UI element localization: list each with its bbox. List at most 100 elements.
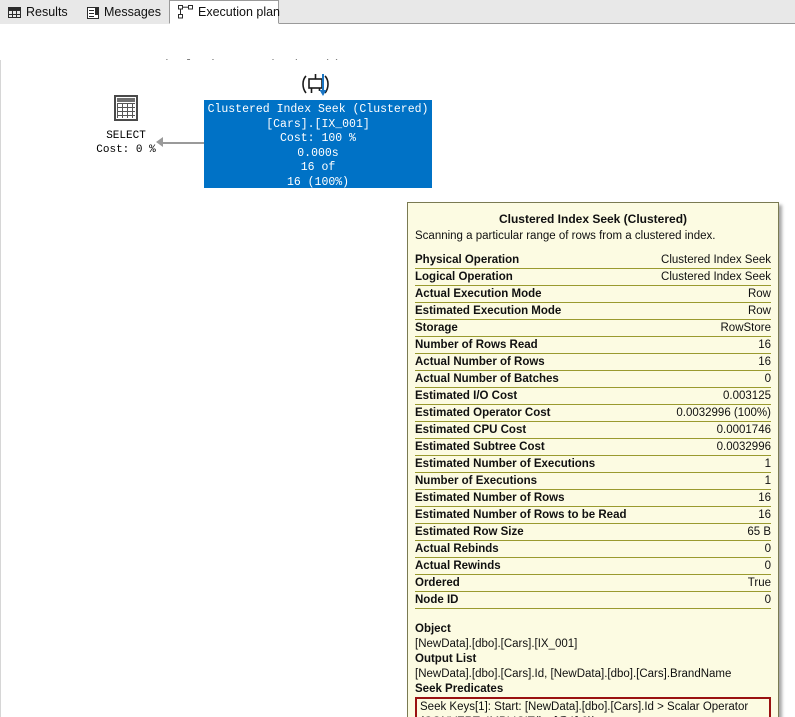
plan-connector-arrowhead: [156, 137, 163, 147]
plan-connector-arrow: [162, 142, 204, 144]
result-table-icon: [91, 95, 161, 129]
tooltip-property-value: 0.0032996: [716, 441, 771, 453]
tooltip-property-row: Actual Rewinds 0: [415, 558, 771, 575]
tooltip-property-row: Estimated CPU Cost 0.0001746: [415, 422, 771, 439]
tooltip-seek-predicates-section: Seek Predicates Seek Keys[1]: Start: [Ne…: [415, 682, 771, 717]
tooltip-property-key: Storage: [415, 322, 458, 334]
tooltip-property-value: Clustered Index Seek: [661, 271, 771, 283]
tooltip-property-row: Number of Executions 1: [415, 473, 771, 490]
tooltip-property-row: Estimated Execution Mode Row: [415, 303, 771, 320]
tooltip-property-table: Physical Operation Clustered Index Seek Lo…: [415, 252, 771, 609]
tooltip-property-row: Logical Operation Clustered Index Seek: [415, 269, 771, 286]
tooltip-seek-predicates-value: Seek Keys[1]: Start: [NewData].[dbo].[Ca…: [415, 697, 771, 717]
tooltip-property-value: 16: [758, 509, 771, 521]
plan-node-select[interactable]: SELECT Cost: 0 %: [91, 95, 161, 157]
tooltip-output-list-value: [NewData].[dbo].[Cars].Id, [NewData].[db…: [415, 668, 732, 680]
tooltip-property-row: Actual Rebinds 0: [415, 541, 771, 558]
tooltip-property-value: 0: [764, 543, 771, 555]
plan-node-select-cost: Cost: 0 %: [96, 144, 156, 156]
tooltip-property-row: Actual Number of Batches 0: [415, 371, 771, 388]
message-icon: [87, 6, 99, 19]
tab-execution-plan-label: Execution plan: [198, 4, 281, 19]
tooltip-property-value: Row: [747, 305, 771, 317]
tooltip-property-key: Estimated Operator Cost: [415, 407, 551, 419]
tooltip-property-key: Actual Number of Rows: [415, 356, 545, 368]
tooltip-property-value: 0: [764, 373, 771, 385]
tooltip-property-key: Estimated Number of Rows to be Read: [415, 509, 627, 521]
tab-messages-label: Messages: [104, 5, 161, 20]
tooltip-title: Clustered Index Seek (Clustered): [498, 212, 688, 226]
tooltip-property-key: Actual Rewinds: [415, 560, 501, 572]
tooltip-output-list-heading: Output List: [415, 653, 477, 665]
tooltip-object-heading: Object: [415, 623, 451, 635]
tooltip-property-value: RowStore: [720, 322, 772, 334]
plan-node-seek-line4: 0.000s: [297, 146, 339, 160]
tooltip-property-row: Estimated I/O Cost 0.003125: [415, 388, 771, 405]
operator-tooltip: Clustered Index Seek (Clustered) Scannin…: [407, 202, 779, 717]
tab-results-label: Results: [26, 5, 68, 20]
tooltip-property-value: 16: [758, 356, 771, 368]
tooltip-property-row: Estimated Number of Rows 16: [415, 490, 771, 507]
plan-node-seek-line5: 16 of: [300, 161, 336, 175]
tooltip-property-value: 0.003125: [723, 390, 771, 402]
tooltip-property-value: Row: [747, 288, 771, 300]
tooltip-property-row: Physical Operation Clustered Index Seek: [415, 252, 771, 269]
execution-plan-canvas[interactable]: SELECT Cost: 0 % Clustered Index Seek (C…: [0, 60, 795, 717]
tooltip-object-section: Object [NewData].[dbo].[Cars].[IX_001]: [415, 609, 771, 652]
tooltip-property-row: Ordered True: [415, 575, 771, 592]
tooltip-property-key: Actual Rebinds: [415, 543, 499, 555]
plan-node-seek-line3: Cost: 100 %: [280, 132, 356, 146]
tooltip-property-value: 0: [764, 560, 771, 572]
plan-node-seek-line6: 16 (100%): [286, 175, 350, 189]
tooltip-property-key: Estimated Number of Executions: [415, 458, 596, 470]
tooltip-property-key: Node ID: [415, 594, 459, 606]
tooltip-property-value: 1: [764, 475, 771, 487]
tooltip-property-key: Estimated Execution Mode: [415, 305, 562, 317]
tooltip-property-row: Estimated Row Size 65 B: [415, 524, 771, 541]
tooltip-property-row: Storage RowStore: [415, 320, 771, 337]
tooltip-property-key: Number of Executions: [415, 475, 538, 487]
plan-node-seek-line2: [Cars].[IX_001]: [266, 117, 370, 131]
tooltip-property-key: Physical Operation: [415, 254, 520, 266]
tooltip-property-value: Clustered Index Seek: [661, 254, 771, 266]
tooltip-property-row: Estimated Number of Rows to be Read 16: [415, 507, 771, 524]
plan-node-clustered-index-seek[interactable]: Clustered Index Seek (Clustered) [Cars].…: [204, 100, 432, 189]
results-pane-tabstrip: Results Messages Execution plan: [0, 0, 795, 24]
tooltip-property-row: Actual Number of Rows 16: [415, 354, 771, 371]
tooltip-property-key: Logical Operation: [415, 271, 513, 283]
tooltip-property-row: Estimated Operator Cost 0.0032996 (100%): [415, 405, 771, 422]
tab-execution-plan[interactable]: Execution plan: [169, 0, 281, 24]
tab-results[interactable]: Results: [0, 1, 79, 24]
clustered-index-seek-icon: [300, 71, 334, 99]
tooltip-property-value: 0.0001746: [716, 424, 771, 436]
tooltip-property-row: Estimated Number of Executions 1: [415, 456, 771, 473]
tooltip-property-value: 16: [758, 339, 771, 351]
tooltip-property-value: 1: [764, 458, 771, 470]
tooltip-description: Scanning a particular range of rows from…: [415, 230, 716, 242]
tooltip-property-value: True: [747, 577, 771, 589]
tooltip-property-key: Ordered: [415, 577, 460, 589]
tooltip-property-row: Actual Execution Mode Row: [415, 286, 771, 303]
tooltip-object-value: [NewData].[dbo].[Cars].[IX_001]: [415, 638, 578, 650]
tooltip-property-key: Actual Execution Mode: [415, 288, 542, 300]
tooltip-property-value: 16: [758, 492, 771, 504]
tab-messages[interactable]: Messages: [79, 1, 169, 24]
tooltip-seek-predicates-heading: Seek Predicates: [415, 683, 504, 695]
tooltip-property-value: 0.0032996 (100%): [676, 407, 771, 419]
tooltip-property-row: Node ID 0: [415, 592, 771, 609]
tooltip-property-row: Number of Rows Read 16: [415, 337, 771, 354]
plan-node-seek-line1: Clustered Index Seek (Clustered): [207, 103, 429, 116]
tooltip-property-row: Estimated Subtree Cost 0.0032996: [415, 439, 771, 456]
tooltip-property-value: 0: [764, 594, 771, 606]
tooltip-property-key: Actual Number of Batches: [415, 373, 559, 385]
tooltip-property-key: Estimated Subtree Cost: [415, 441, 545, 453]
tooltip-property-value: 65 B: [747, 526, 771, 538]
tooltip-property-key: Estimated CPU Cost: [415, 424, 527, 436]
tooltip-property-key: Estimated Row Size: [415, 526, 524, 538]
plan-node-select-label: SELECT: [106, 130, 146, 142]
tooltip-property-key: Estimated I/O Cost: [415, 390, 518, 402]
grid-icon: [8, 7, 21, 18]
tooltip-output-list-section: Output List [NewData].[dbo].[Cars].Id, […: [415, 652, 771, 682]
tooltip-property-key: Number of Rows Read: [415, 339, 538, 351]
tooltip-property-key: Estimated Number of Rows: [415, 492, 565, 504]
